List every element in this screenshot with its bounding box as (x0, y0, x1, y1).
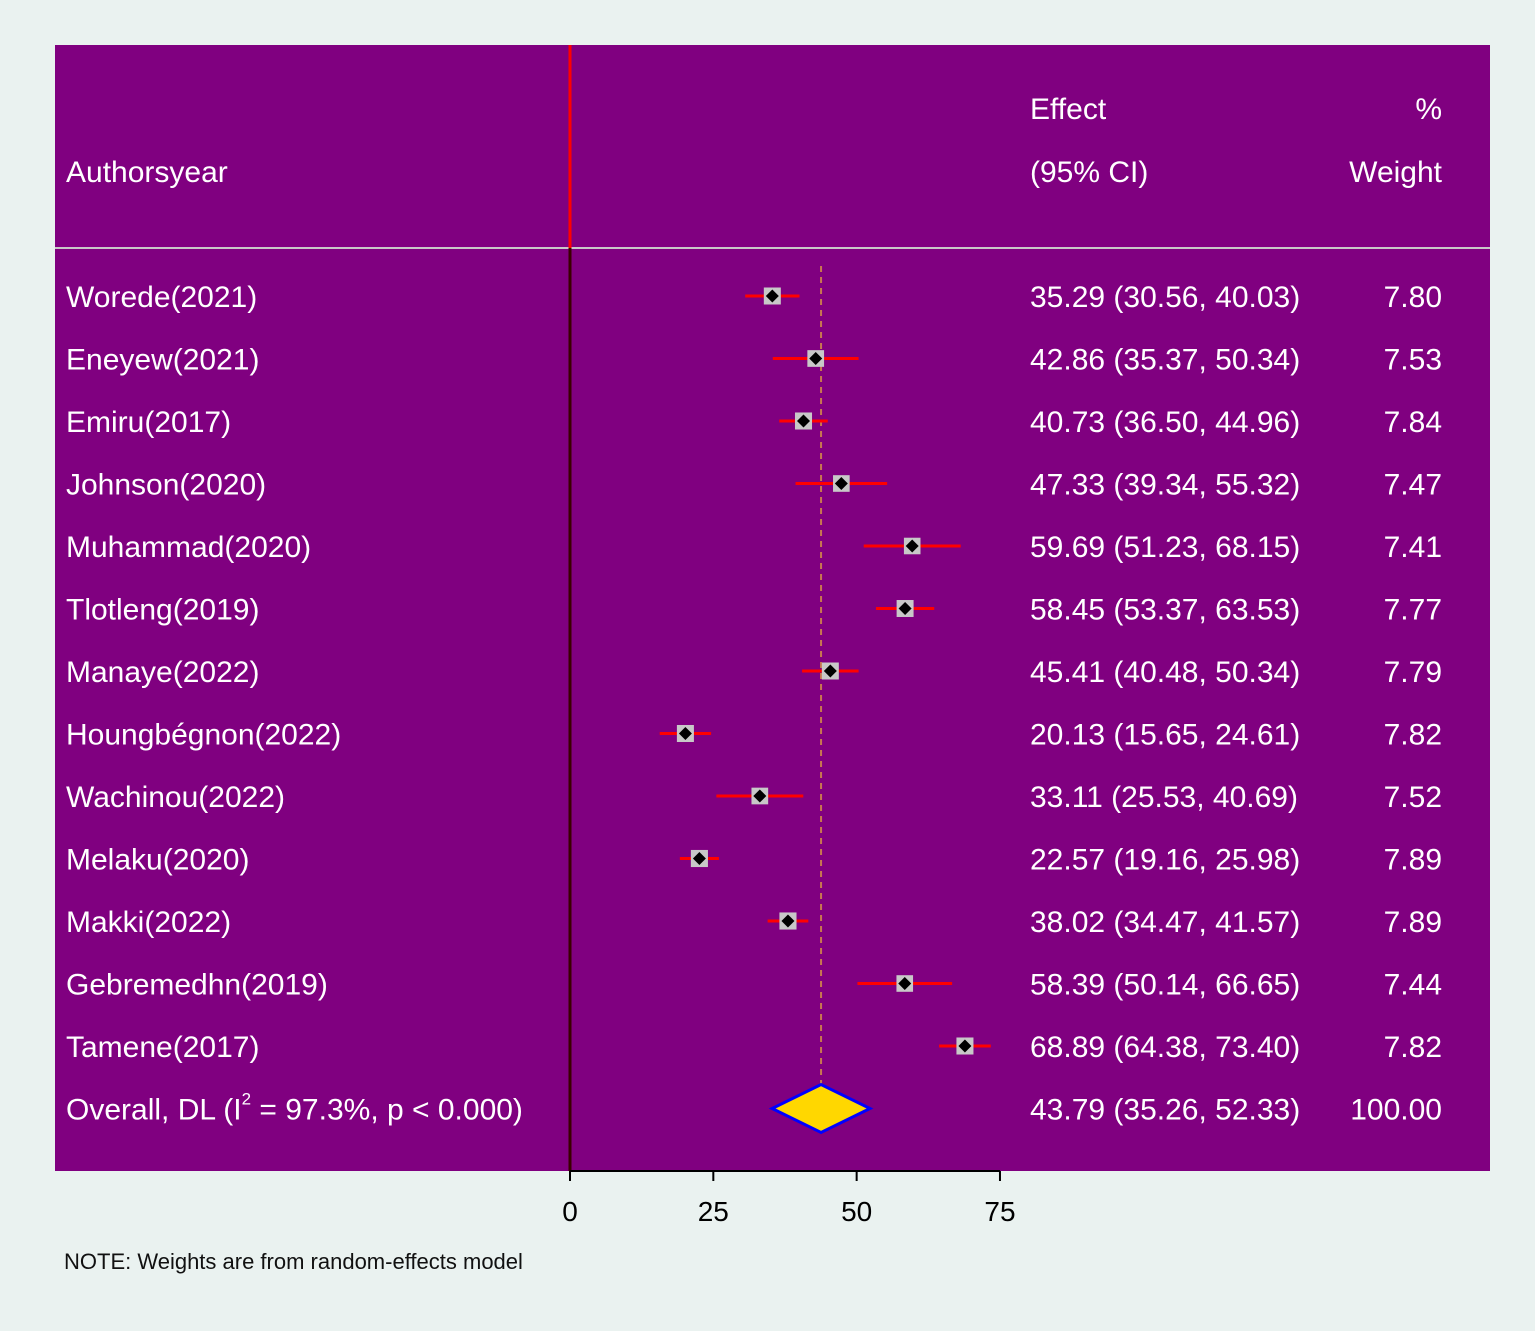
effect-ci-text: 58.39 (50.14, 66.65) (1030, 969, 1300, 1002)
footnote: NOTE: Weights are from random-effects mo… (64, 1249, 523, 1274)
study-label: Manaye(2022) (66, 656, 259, 689)
overall-label: Overall, DL (I2 = 97.3%, p < 0.000) (66, 1090, 523, 1127)
study-label: Eneyew(2021) (66, 344, 259, 377)
study-label: Houngbégnon(2022) (66, 719, 341, 752)
effect-ci-text: 33.11 (25.53, 40.69) (1030, 781, 1298, 814)
study-label: Muhammad(2020) (66, 531, 311, 564)
header-effect-line1: Effect (1030, 93, 1107, 126)
forest-plot: Authorsyear Effect (95% CI) % Weight Wor… (55, 45, 1490, 1274)
weight-text: 7.82 (1384, 719, 1442, 752)
study-label: Tamene(2017) (66, 1031, 259, 1064)
effect-ci-text: 40.73 (36.50, 44.96) (1030, 406, 1300, 439)
overall-effect-ci-text: 43.79 (35.26, 52.33) (1030, 1094, 1300, 1127)
weight-text: 7.47 (1384, 469, 1442, 502)
study-label: Johnson(2020) (66, 469, 266, 502)
effect-ci-text: 59.69 (51.23, 68.15) (1030, 531, 1300, 564)
overall-weight-text: 100.00 (1350, 1094, 1442, 1127)
header-weight-line2: Weight (1349, 156, 1442, 189)
study-label: Emiru(2017) (66, 406, 231, 439)
weight-text: 7.77 (1384, 594, 1442, 627)
weight-text: 7.44 (1384, 969, 1442, 1002)
weight-text: 7.84 (1384, 406, 1442, 439)
x-tick-label: 25 (698, 1196, 729, 1227)
effect-ci-text: 42.86 (35.37, 50.34) (1030, 344, 1300, 377)
study-label: Wachinou(2022) (66, 781, 285, 814)
x-tick-label: 0 (562, 1196, 578, 1227)
weight-text: 7.52 (1384, 781, 1442, 814)
header-effect-line2: (95% CI) (1030, 156, 1148, 189)
x-tick-label: 50 (841, 1196, 872, 1227)
study-label: Gebremedhn(2019) (66, 969, 328, 1002)
effect-ci-text: 47.33 (39.34, 55.32) (1030, 469, 1300, 502)
weight-text: 7.82 (1384, 1031, 1442, 1064)
effect-ci-text: 45.41 (40.48, 50.34) (1030, 656, 1300, 689)
header-weight-line1: % (1415, 93, 1442, 126)
study-label: Makki(2022) (66, 906, 231, 939)
weight-text: 7.79 (1384, 656, 1442, 689)
study-label: Melaku(2020) (66, 844, 249, 877)
weight-text: 7.41 (1384, 531, 1442, 564)
effect-ci-text: 38.02 (34.47, 41.57) (1030, 906, 1300, 939)
effect-ci-text: 20.13 (15.65, 24.61) (1030, 719, 1300, 752)
weight-text: 7.89 (1384, 906, 1442, 939)
study-label: Worede(2021) (66, 281, 257, 314)
study-label: Tlotleng(2019) (66, 594, 259, 627)
effect-ci-text: 58.45 (53.37, 63.53) (1030, 594, 1300, 627)
effect-ci-text: 35.29 (30.56, 40.03) (1030, 281, 1300, 314)
effect-ci-text: 68.89 (64.38, 73.40) (1030, 1031, 1300, 1064)
weight-text: 7.53 (1384, 344, 1442, 377)
header-study-label: Authorsyear (66, 156, 228, 189)
effect-ci-text: 22.57 (19.16, 25.98) (1030, 844, 1300, 877)
weight-text: 7.89 (1384, 844, 1442, 877)
weight-text: 7.80 (1384, 281, 1442, 314)
x-tick-label: 75 (984, 1196, 1015, 1227)
